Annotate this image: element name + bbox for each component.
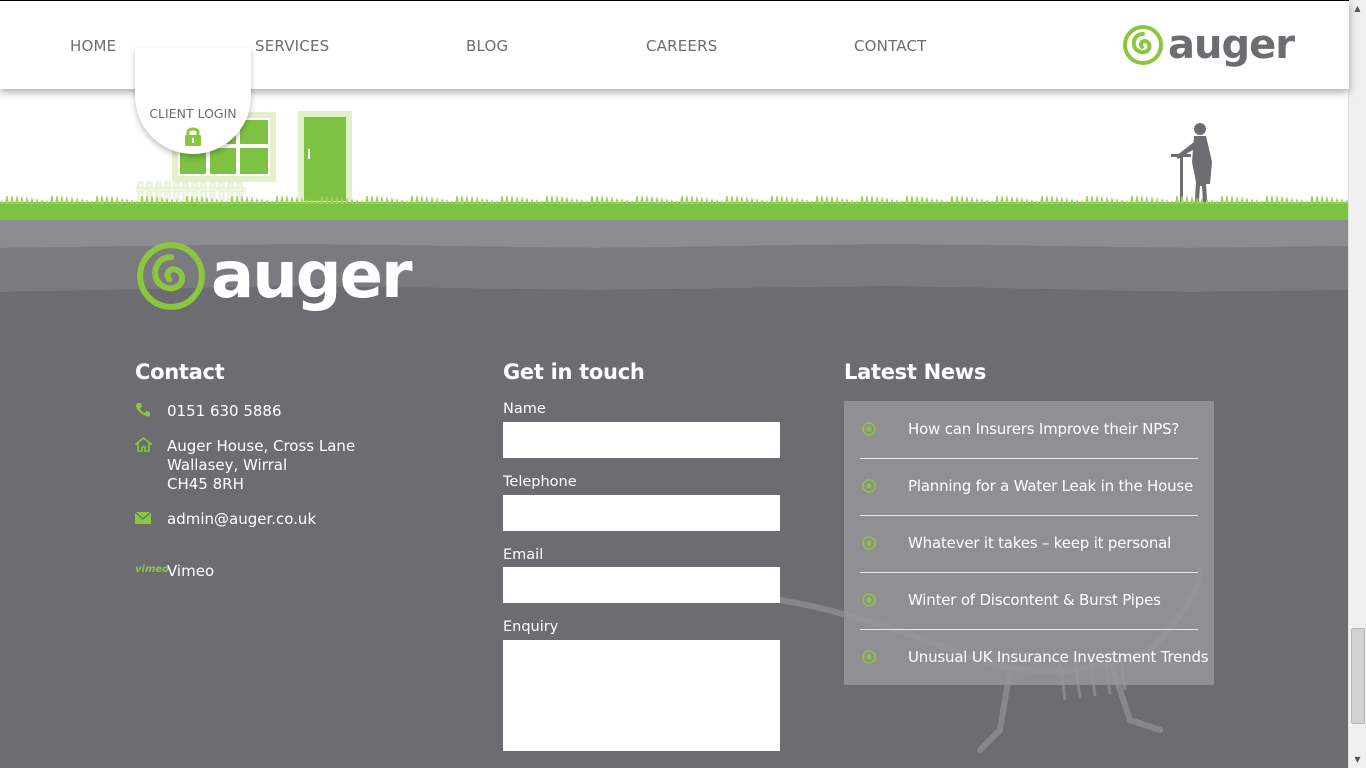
door-illustration xyxy=(298,111,352,201)
grass-strip xyxy=(0,196,1349,222)
header-logo[interactable]: auger xyxy=(1122,22,1295,68)
news-item[interactable]: Planning for a Water Leak in the House xyxy=(860,458,1198,516)
nav-home[interactable]: HOME xyxy=(70,37,116,55)
phone-number[interactable]: 0151 630 5886 xyxy=(167,402,282,421)
address-line-2: Wallasey, Wirral xyxy=(167,456,288,474)
scroll-thumb[interactable] xyxy=(1351,628,1365,724)
news-item-title: Whatever it takes – keep it personal xyxy=(908,534,1172,552)
footer-logo-text: auger xyxy=(211,239,413,313)
scroll-down-arrow-icon[interactable]: ▼ xyxy=(1349,751,1366,768)
swirl-bullet-icon xyxy=(862,593,876,607)
contact-email: admin@auger.co.uk xyxy=(134,510,316,529)
nav-contact[interactable]: CONTACT xyxy=(854,37,927,55)
client-login-label: CLIENT LOGIN xyxy=(149,106,237,121)
enquiry-field[interactable] xyxy=(503,640,780,751)
news-item[interactable]: Whatever it takes – keep it personal xyxy=(860,515,1198,573)
name-field[interactable] xyxy=(503,422,780,458)
swirl-bullet-icon xyxy=(862,536,876,550)
name-label: Name xyxy=(503,401,546,417)
header-logo-text: auger xyxy=(1168,22,1295,68)
auger-swirl-icon xyxy=(137,242,205,310)
nav-services[interactable]: SERVICES xyxy=(255,37,329,55)
auger-swirl-icon xyxy=(1123,25,1163,65)
swirl-bullet-icon xyxy=(862,650,876,664)
contact-address: Auger House, Cross Lane Wallasey, Wirral… xyxy=(133,436,356,494)
news-item[interactable]: Winter of Discontent & Burst Pipes xyxy=(860,572,1198,630)
email-link[interactable]: admin@auger.co.uk xyxy=(167,510,316,529)
vimeo-icon: vimeo xyxy=(135,564,170,575)
envelope-icon xyxy=(134,511,152,524)
home-icon xyxy=(133,436,154,452)
news-item-title: Unusual UK Insurance Investment Trends xyxy=(908,648,1209,666)
news-item[interactable]: How can Insurers Improve their NPS? xyxy=(860,401,1198,459)
enquiry-label: Enquiry xyxy=(503,619,559,635)
contact-vimeo: vimeo Vimeo xyxy=(135,562,214,581)
page-scrollbar[interactable]: ▲ ▼ xyxy=(1348,0,1366,768)
email-field[interactable] xyxy=(503,567,780,603)
address-line-3: CH45 8RH xyxy=(167,475,244,493)
news-item-title: Winter of Discontent & Burst Pipes xyxy=(908,591,1161,609)
nav-blog[interactable]: BLOG xyxy=(466,37,508,55)
swirl-bullet-icon xyxy=(862,479,876,493)
telephone-label: Telephone xyxy=(503,474,577,490)
nav-careers[interactable]: CAREERS xyxy=(646,37,717,55)
news-item-title: Planning for a Water Leak in the House xyxy=(908,477,1194,495)
scroll-up-arrow-icon[interactable]: ▲ xyxy=(1349,0,1366,17)
lock-icon xyxy=(185,127,201,146)
phone-icon xyxy=(136,403,150,417)
telephone-field[interactable] xyxy=(503,495,780,531)
address-line-1: Auger House, Cross Lane xyxy=(167,437,356,455)
vimeo-link[interactable]: Vimeo xyxy=(167,562,214,581)
contact-phone: 0151 630 5886 xyxy=(135,402,282,422)
get-in-touch-heading: Get in touch xyxy=(503,360,645,384)
news-list: How can Insurers Improve their NPS? Plan… xyxy=(844,401,1214,685)
news-item-title: How can Insurers Improve their NPS? xyxy=(908,420,1180,438)
contact-heading: Contact xyxy=(135,360,225,384)
swirl-bullet-icon xyxy=(862,422,876,436)
news-item[interactable]: Unusual UK Insurance Investment Trends xyxy=(860,629,1209,686)
latest-news-heading: Latest News xyxy=(844,360,987,384)
footer-logo[interactable]: auger xyxy=(135,239,413,313)
email-label: Email xyxy=(503,547,544,563)
